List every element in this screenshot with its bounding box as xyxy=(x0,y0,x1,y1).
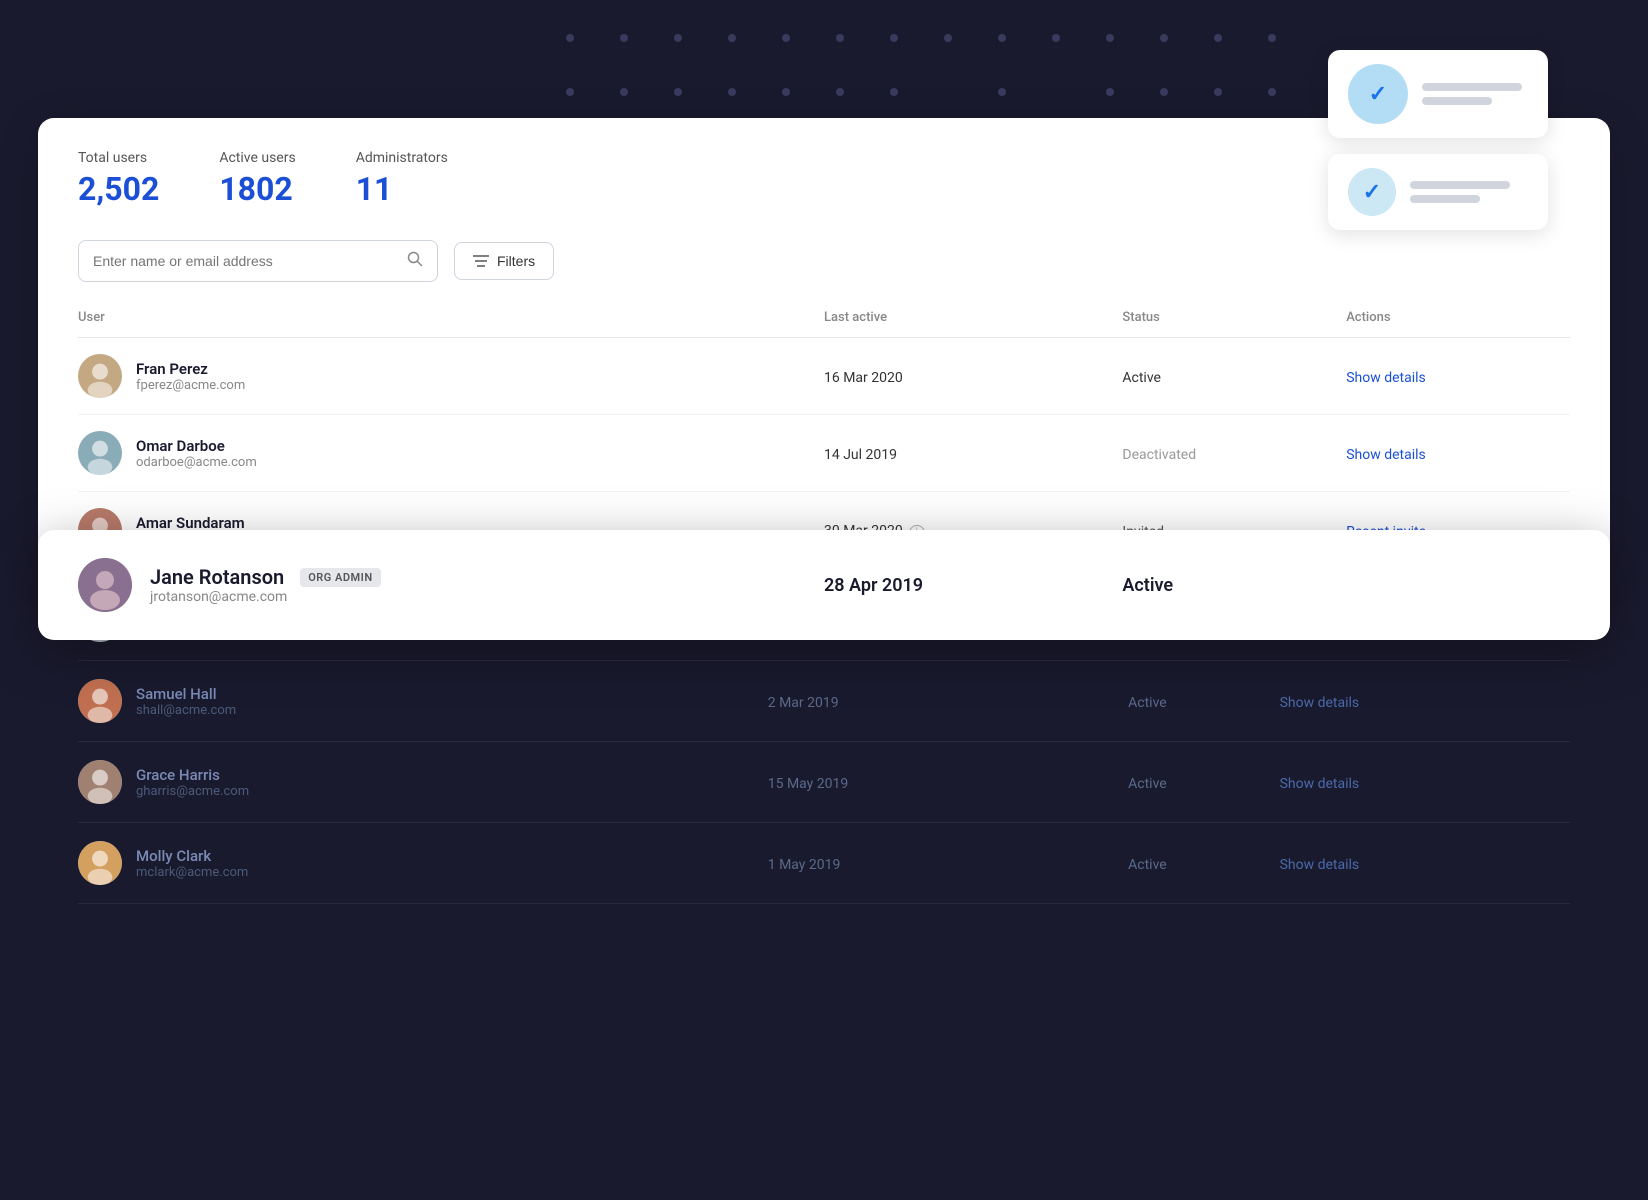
user-info: Fran Perez fperez@acme.com xyxy=(136,360,245,393)
stat-administrators: Administrators 11 xyxy=(356,150,448,208)
user-name: Omar Darboe xyxy=(136,437,257,455)
active-users-value: 1802 xyxy=(219,170,295,208)
notif-line xyxy=(1410,195,1480,203)
user-name: Fran Perez xyxy=(136,360,245,378)
notif-lines-2 xyxy=(1410,181,1510,203)
user-cell: Samuel Hall shall@acme.com xyxy=(78,679,768,723)
jane-avatar xyxy=(78,558,132,612)
jane-name: Jane Rotanson xyxy=(150,565,284,589)
notif-line xyxy=(1410,181,1510,189)
user-cell: Molly Clark mclark@acme.com xyxy=(78,841,768,885)
last-active: 2 Mar 2019 xyxy=(768,695,839,711)
user-cell: Fran Perez fperez@acme.com xyxy=(78,354,824,398)
user-email: shall@acme.com xyxy=(136,703,236,718)
stat-active-users: Active users 1802 xyxy=(219,150,295,208)
user-name: Molly Clark xyxy=(136,847,248,865)
user-avatar xyxy=(78,679,122,723)
status-badge: Deactivated xyxy=(1122,447,1196,463)
user-email: odarboe@acme.com xyxy=(136,455,257,470)
user-cell: Grace Harris gharris@acme.com xyxy=(78,760,768,804)
col-header-user: User xyxy=(78,310,824,338)
show-details-link[interactable]: Show details xyxy=(1346,370,1426,386)
last-active: 15 May 2019 xyxy=(768,776,849,792)
jane-status: Active xyxy=(1122,575,1173,596)
status-badge: Active xyxy=(1128,857,1167,873)
jane-org-badge: ORG ADMIN xyxy=(300,568,380,587)
notification-cards: ✓ ✓ xyxy=(1328,50,1548,230)
notif-line xyxy=(1422,97,1492,105)
notification-card-2: ✓ xyxy=(1328,154,1548,230)
status-badge: Active xyxy=(1128,776,1167,792)
search-input[interactable] xyxy=(93,253,397,269)
stat-total-users: Total users 2,502 xyxy=(78,150,159,208)
active-users-label: Active users xyxy=(219,150,295,166)
show-details-link[interactable]: Show details xyxy=(1280,857,1360,873)
search-box[interactable] xyxy=(78,240,438,282)
table-row: Omar Darboe odarboe@acme.com 14 Jul 2019… xyxy=(78,415,1570,492)
notif-lines-1 xyxy=(1422,83,1522,105)
check-circle-large: ✓ xyxy=(1348,64,1408,124)
total-users-label: Total users xyxy=(78,150,159,166)
jane-user-cell: Jane Rotanson ORG ADMIN jrotanson@acme.c… xyxy=(78,558,824,612)
total-users-value: 2,502 xyxy=(78,170,159,208)
user-email: fperez@acme.com xyxy=(136,378,245,393)
user-email: mclark@acme.com xyxy=(136,865,248,880)
user-info: Grace Harris gharris@acme.com xyxy=(136,766,249,799)
status-badge: Active xyxy=(1122,370,1161,386)
user-cell: Omar Darboe odarboe@acme.com xyxy=(78,431,824,475)
jane-name-row: Jane Rotanson ORG ADMIN xyxy=(150,565,381,589)
user-avatar xyxy=(78,760,122,804)
jane-last-active: 28 Apr 2019 xyxy=(824,575,923,596)
checkmark-icon: ✓ xyxy=(1363,180,1381,205)
administrators-label: Administrators xyxy=(356,150,448,166)
jane-user-info: Jane Rotanson ORG ADMIN jrotanson@acme.c… xyxy=(150,565,381,605)
user-info: Omar Darboe odarboe@acme.com xyxy=(136,437,257,470)
jane-email: jrotanson@acme.com xyxy=(150,589,381,605)
search-row: Filters xyxy=(78,240,1570,282)
show-details-link[interactable]: Show details xyxy=(1280,695,1360,711)
notif-line xyxy=(1422,83,1522,91)
last-active: 16 Mar 2020 xyxy=(824,370,903,386)
show-details-link[interactable]: Show details xyxy=(1346,447,1426,463)
last-active: 14 Jul 2019 xyxy=(824,447,897,463)
user-name: Amar Sundaram xyxy=(136,514,274,532)
user-name: Samuel Hall xyxy=(136,685,236,703)
administrators-value: 11 xyxy=(356,170,448,208)
checkmark-icon: ✓ xyxy=(1369,82,1387,107)
col-header-status: Status xyxy=(1122,310,1346,338)
search-icon xyxy=(407,251,423,271)
notification-card-1: ✓ xyxy=(1328,50,1548,138)
user-avatar xyxy=(78,431,122,475)
col-header-actions: Actions xyxy=(1346,310,1570,338)
status-badge: Active xyxy=(1128,695,1167,711)
jane-row: Jane Rotanson ORG ADMIN jrotanson@acme.c… xyxy=(78,558,1570,612)
last-active: 1 May 2019 xyxy=(768,857,841,873)
user-info: Molly Clark mclark@acme.com xyxy=(136,847,248,880)
col-header-last-active: Last active xyxy=(824,310,1122,338)
table-row: Molly Clark mclark@acme.com 1 May 2019 A… xyxy=(78,823,1570,904)
table-row: Samuel Hall shall@acme.com 2 Mar 2019 Ac… xyxy=(78,661,1570,742)
table-row: Grace Harris gharris@acme.com 15 May 201… xyxy=(78,742,1570,823)
filters-button[interactable]: Filters xyxy=(454,242,554,280)
user-name: Grace Harris xyxy=(136,766,249,784)
check-circle-small: ✓ xyxy=(1348,168,1396,216)
filters-label: Filters xyxy=(497,253,535,269)
user-email: gharris@acme.com xyxy=(136,784,249,799)
filter-icon xyxy=(473,254,489,268)
user-info: Samuel Hall shall@acme.com xyxy=(136,685,236,718)
user-avatar xyxy=(78,841,122,885)
jane-expanded-card: Jane Rotanson ORG ADMIN jrotanson@acme.c… xyxy=(38,530,1610,640)
show-details-link[interactable]: Show details xyxy=(1280,776,1360,792)
user-avatar xyxy=(78,354,122,398)
table-row: Fran Perez fperez@acme.com 16 Mar 2020 A… xyxy=(78,338,1570,415)
